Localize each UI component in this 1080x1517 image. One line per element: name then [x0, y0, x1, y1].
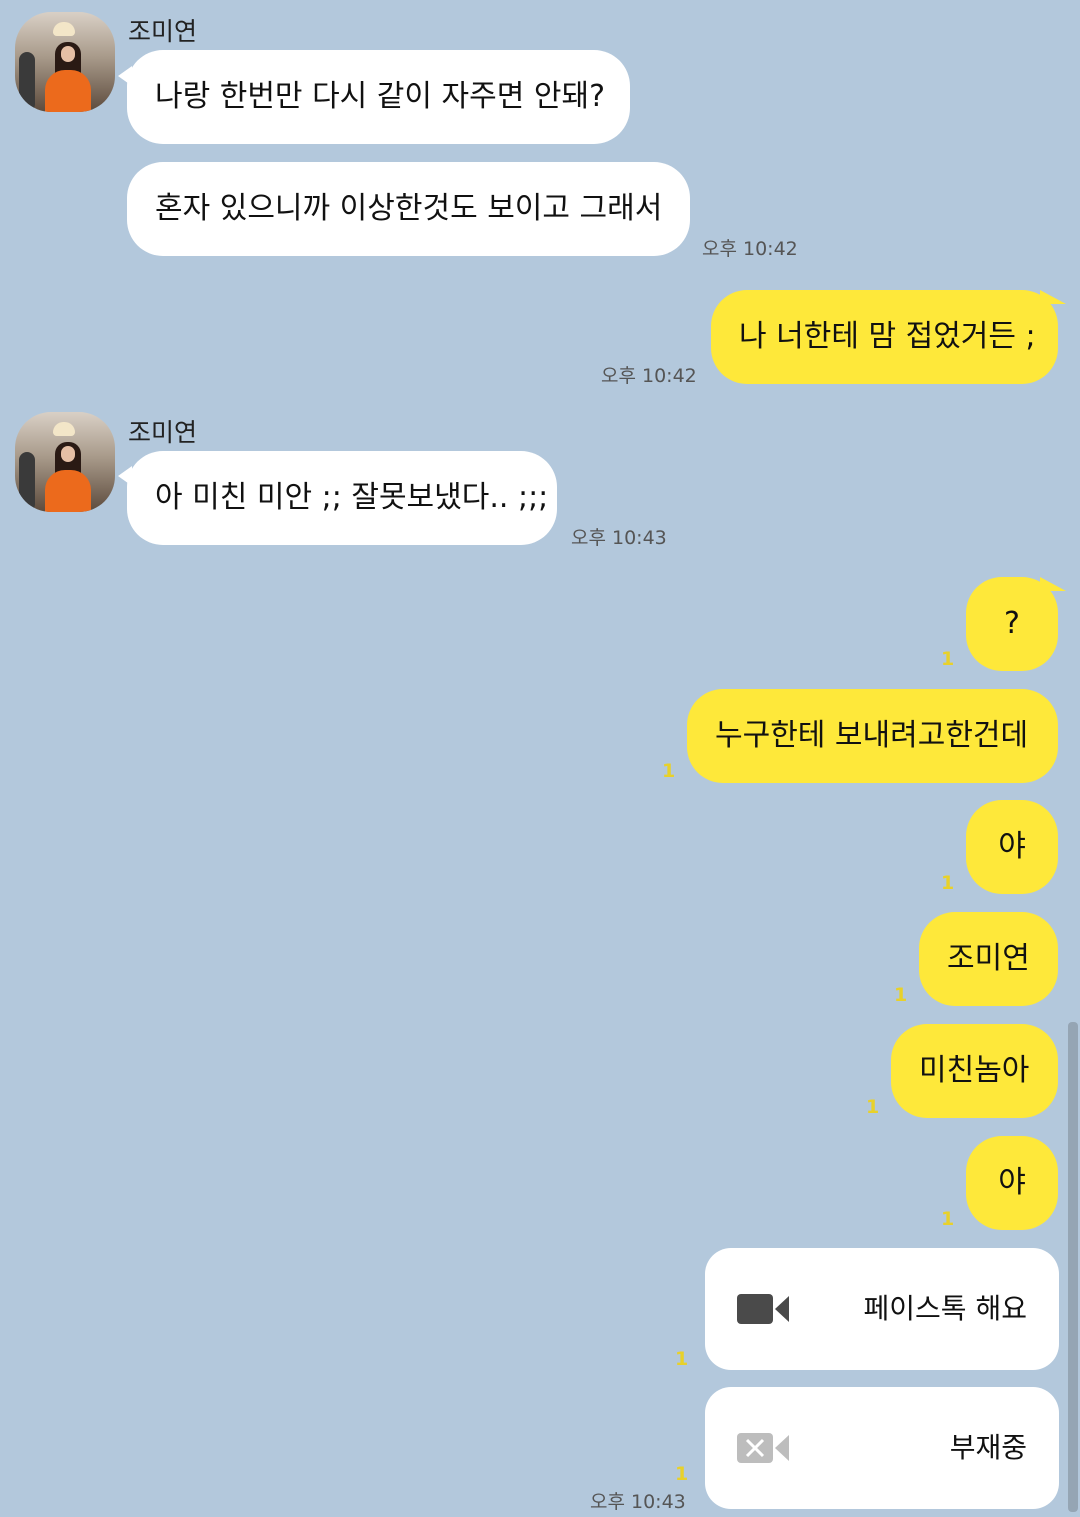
unread-count: 1 [675, 1463, 689, 1485]
sent-message[interactable]: 나 너한테 맘 접었거든 ; [711, 290, 1058, 384]
message-time: 오후 10:42 [702, 238, 798, 260]
received-message[interactable]: 혼자 있으니까 이상한것도 보이고 그래서 [127, 162, 690, 256]
video-camera-icon [737, 1294, 789, 1324]
message-time: 오후 10:43 [571, 527, 667, 549]
bubble-tail [1040, 577, 1066, 591]
unread-count: 1 [866, 1096, 880, 1118]
facetalk-call-card[interactable]: 페이스톡 해요 [705, 1248, 1059, 1370]
sender-name: 조미연 [128, 17, 198, 46]
video-camera-missed-icon [737, 1433, 789, 1463]
sender-name: 조미연 [128, 418, 198, 447]
unread-count: 1 [941, 648, 955, 670]
unread-count: 1 [894, 984, 908, 1006]
sent-message[interactable]: 미친놈아 [891, 1024, 1058, 1118]
unread-count: 1 [675, 1348, 689, 1370]
sent-message[interactable]: 조미연 [919, 912, 1058, 1006]
missed-call-label: 부재중 [949, 1431, 1027, 1464]
sent-message[interactable]: 누구한테 보내려고한건데 [687, 689, 1058, 783]
received-message[interactable]: 나랑 한번만 다시 같이 자주면 안돼? [127, 50, 630, 144]
sent-message[interactable]: 야 [966, 1136, 1058, 1230]
unread-count: 1 [662, 760, 676, 782]
sent-message[interactable]: 야 [966, 800, 1058, 894]
message-time: 오후 10:43 [590, 1491, 686, 1513]
bubble-tail [1040, 290, 1066, 304]
avatar[interactable] [15, 412, 115, 512]
scrollbar[interactable] [1068, 1022, 1078, 1512]
sent-message[interactable]: ? [966, 577, 1058, 671]
message-time: 오후 10:42 [601, 365, 697, 387]
avatar[interactable] [15, 12, 115, 112]
unread-count: 1 [941, 872, 955, 894]
received-message[interactable]: 아 미친 미안 ;; 잘못보냈다.. ;;; [127, 451, 557, 545]
unread-count: 1 [941, 1208, 955, 1230]
facetalk-label: 페이스톡 해요 [863, 1292, 1027, 1325]
missed-call-card[interactable]: 부재중 [705, 1387, 1059, 1509]
